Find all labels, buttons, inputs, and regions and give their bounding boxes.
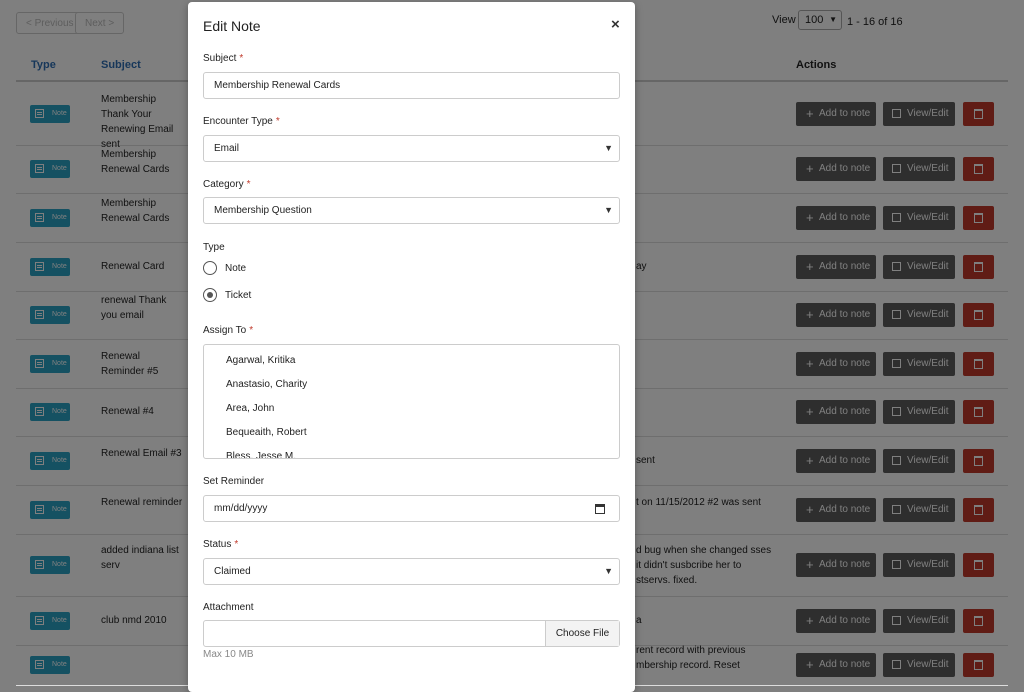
assign-option[interactable]: Bequeaith, Robert <box>226 427 307 438</box>
type-label: Type <box>203 242 225 253</box>
assign-to-label: Assign To * <box>203 325 254 336</box>
reminder-date-input[interactable]: mm/dd/yyyy <box>203 495 620 522</box>
type-ticket-radio[interactable] <box>203 288 217 302</box>
category-select[interactable]: Membership Question ▼ <box>203 197 620 224</box>
attachment-file-input[interactable]: Choose File <box>203 620 620 647</box>
type-ticket-label[interactable]: Ticket <box>225 290 251 301</box>
chevron-down-icon: ▼ <box>604 566 613 576</box>
status-select[interactable]: Claimed ▼ <box>203 558 620 585</box>
encounter-type-select[interactable]: Email ▼ <box>203 135 620 162</box>
assign-option[interactable]: Bless, Jesse M. <box>226 451 296 458</box>
encounter-type-label: Encounter Type * <box>203 116 280 127</box>
assign-option[interactable]: Anastasio, Charity <box>226 379 307 390</box>
type-note-label[interactable]: Note <box>225 263 246 274</box>
attachment-label: Attachment <box>203 602 254 613</box>
category-label: Category * <box>203 179 251 190</box>
close-icon[interactable]: × <box>611 16 620 33</box>
modal-title: Edit Note <box>203 18 261 34</box>
status-label: Status * <box>203 539 239 550</box>
subject-input[interactable]: Membership Renewal Cards <box>203 72 620 99</box>
edit-note-modal: Edit Note × Subject * Membership Renewal … <box>188 2 635 692</box>
chevron-down-icon: ▼ <box>604 205 613 215</box>
calendar-icon[interactable] <box>595 504 605 514</box>
assign-option[interactable]: Agarwal, Kritika <box>226 355 295 366</box>
attachment-hint: Max 10 MB <box>203 649 254 660</box>
chevron-down-icon: ▼ <box>604 143 613 153</box>
choose-file-button[interactable]: Choose File <box>545 621 619 646</box>
reminder-label: Set Reminder <box>203 476 265 487</box>
assign-to-listbox[interactable]: Agarwal, Kritika Anastasio, Charity Area… <box>203 344 620 459</box>
assign-option[interactable]: Area, John <box>226 403 274 414</box>
subject-label: Subject * <box>203 53 244 64</box>
type-note-radio[interactable] <box>203 261 217 275</box>
